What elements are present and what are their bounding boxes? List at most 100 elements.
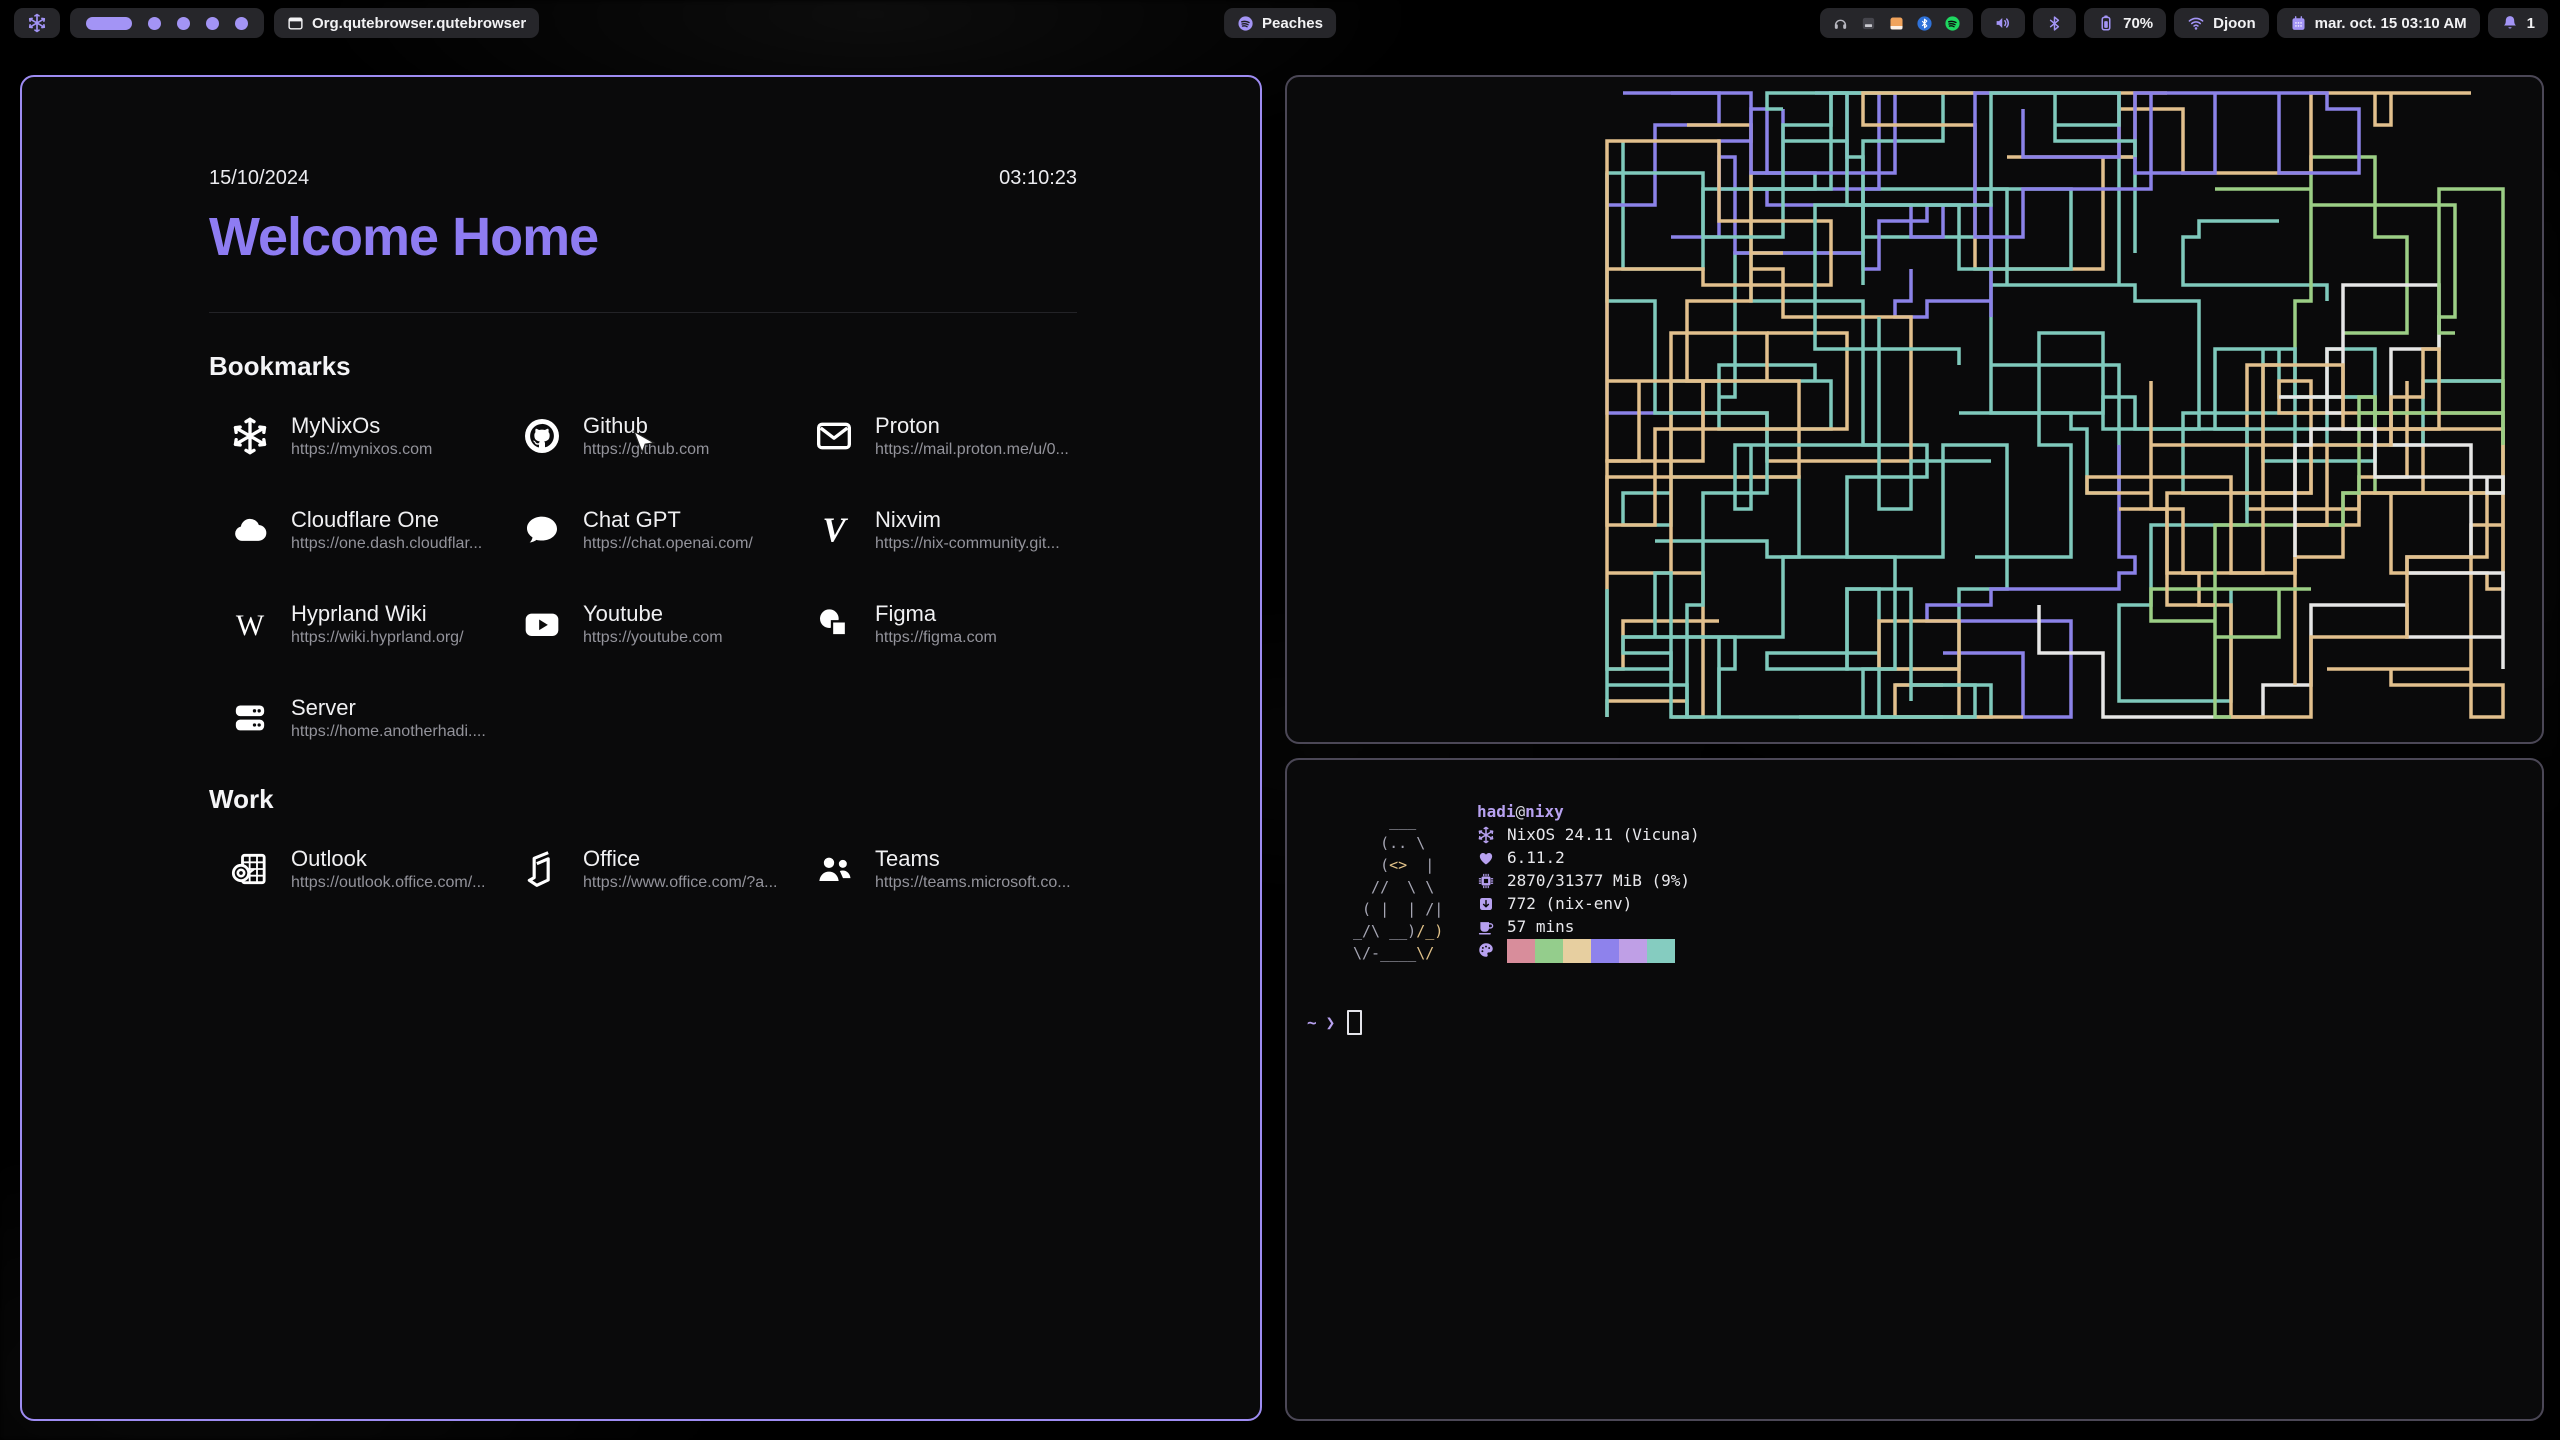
folder-app-tray-icon[interactable] — [1888, 15, 1905, 32]
notifications-pill[interactable]: 1 — [2488, 8, 2548, 38]
launcher-button[interactable] — [14, 8, 60, 38]
fastfetch-hostname: nixy — [1525, 800, 1564, 823]
bookmark-hyprland-wiki[interactable]: WHyprland Wikihttps://wiki.hyprland.org/ — [209, 596, 501, 652]
bookmark-text: Youtubehttps://youtube.com — [583, 601, 723, 647]
top-bar: Org.qutebrowser.qutebrowser Peaches 70% … — [0, 0, 2560, 46]
fastfetch-user-host: hadi@nixy — [1477, 800, 1700, 823]
pipes-screensaver — [1287, 77, 2538, 738]
headphones-tray-icon[interactable] — [1832, 15, 1849, 32]
workspace-active-pill[interactable] — [86, 17, 132, 30]
bookmark-url: https://figma.com — [875, 629, 997, 647]
media-player-pill[interactable]: Peaches — [1224, 8, 1336, 38]
bookmark-text: Officehttps://www.office.com/?a... — [583, 846, 777, 892]
chat-bubble-icon — [521, 509, 563, 551]
bookmark-label: Outlook — [291, 846, 485, 871]
divider — [209, 312, 1077, 313]
office-icon — [521, 848, 563, 890]
fastfetch-row: 57 mins — [1477, 915, 1700, 938]
network-pill[interactable]: Djoon — [2174, 8, 2269, 38]
bookmark-nixvim[interactable]: V Nixvimhttps://nix-community.git... — [793, 502, 1085, 558]
bookmark-outlook[interactable]: Outlook https://outlook.office.com/... — [209, 841, 501, 897]
bookmark-label: Server — [291, 695, 486, 720]
calendar-icon — [2290, 15, 2307, 32]
pipes-terminal-window — [1285, 75, 2544, 744]
bookmark-text: Nixvimhttps://nix-community.git... — [875, 507, 1060, 553]
fastfetch-row: NixOS 24.11 (Vicuna) — [1477, 823, 1700, 846]
envelope-icon — [813, 415, 855, 457]
fastfetch-row: 2870/31377 MiB (9%) — [1477, 869, 1700, 892]
workspaces-indicator[interactable] — [70, 8, 264, 38]
fastfetch-row — [1477, 938, 1700, 961]
bluetooth-badge-tray-icon[interactable] — [1916, 15, 1933, 32]
bookmark-youtube[interactable]: Youtubehttps://youtube.com — [501, 596, 793, 652]
workspace-dot[interactable] — [177, 17, 190, 30]
fastfetch-row: 6.11.2 — [1477, 846, 1700, 869]
bookmark-teams[interactable]: Teams https://teams.microsoft.co... — [793, 841, 1085, 897]
active-window-title-pill[interactable]: Org.qutebrowser.qutebrowser — [274, 8, 539, 38]
shell-prompt[interactable]: ~ ❯ — [1307, 1010, 1362, 1035]
workspace-dot[interactable] — [206, 17, 219, 30]
bookmark-text: MyNixOshttps://mynixos.com — [291, 413, 432, 459]
palette-swatch — [1507, 939, 1535, 963]
startpage-date: 15/10/2024 — [209, 167, 309, 190]
battery-pill[interactable]: 70% — [2084, 8, 2166, 38]
bluetooth-pill[interactable] — [2033, 8, 2076, 38]
cloud-icon — [229, 509, 271, 551]
volume-icon — [1994, 14, 2012, 32]
youtube-icon — [521, 603, 563, 645]
bookmark-cloudflare-one[interactable]: Cloudflare Onehttps://one.dash.cloudflar… — [209, 502, 501, 558]
snowflake-icon — [229, 415, 271, 457]
media-track-label: Peaches — [1262, 15, 1323, 32]
startpage-time: 03:10:23 — [999, 167, 1077, 190]
svg-text:W: W — [236, 609, 265, 642]
bookmark-proton[interactable]: Protonhttps://mail.proton.me/u/0... — [793, 408, 1085, 464]
fastfetch-info: hadi@nixy NixOS 24.11 (Vicuna)6.11.22870… — [1477, 800, 1700, 961]
outlook-icon — [229, 848, 271, 890]
bookmark-label: Youtube — [583, 601, 723, 626]
bookmark-url: https://teams.microsoft.co... — [875, 874, 1071, 892]
topbar-center-group: Peaches — [1224, 8, 1336, 38]
bookmark-label: Cloudflare One — [291, 507, 482, 532]
palette-swatch — [1619, 939, 1647, 963]
bookmark-url: https://mynixos.com — [291, 441, 432, 459]
clock-pill[interactable]: mar. oct. 15 03:10 AM — [2277, 8, 2480, 38]
bookmark-server[interactable]: Server https://home.anotherhadi.... — [209, 690, 501, 746]
bookmark-mynixos[interactable]: MyNixOshttps://mynixos.com — [209, 408, 501, 464]
bookmark-label: Figma — [875, 601, 997, 626]
bookmark-figma[interactable]: Figma https://figma.com — [793, 596, 1085, 652]
spotify-badge-tray-icon[interactable] — [1944, 15, 1961, 32]
battery-percentage: 70% — [2123, 15, 2153, 32]
bookmark-text: Githubhttps://github.com — [583, 413, 709, 459]
workspace-dot[interactable] — [148, 17, 161, 30]
bookmark-text: Teams https://teams.microsoft.co... — [875, 846, 1071, 892]
wifi-icon — [2187, 14, 2205, 32]
nixos-logo-icon — [27, 13, 47, 33]
palette-icon — [1477, 941, 1495, 959]
bookmark-label: Teams — [875, 846, 1071, 871]
workspace-dot[interactable] — [235, 17, 248, 30]
terminal-color-palette — [1507, 939, 1675, 963]
bookmark-url: https://outlook.office.com/... — [291, 874, 485, 892]
palette-swatch — [1563, 939, 1591, 963]
bookmark-url: https://www.office.com/?a... — [583, 874, 777, 892]
topbar-right-group: 70% Djoon mar. oct. 15 03:10 AM 1 — [1820, 8, 2548, 38]
terminal-cursor — [1347, 1010, 1362, 1035]
clock-label: mar. oct. 15 03:10 AM — [2315, 15, 2467, 32]
bookmark-office[interactable]: Officehttps://www.office.com/?a... — [501, 841, 793, 897]
app-window-tray-icon[interactable] — [1860, 15, 1877, 32]
bookmark-github[interactable]: Githubhttps://github.com — [501, 408, 793, 464]
palette-swatch — [1647, 939, 1675, 963]
bookmark-url: https://nix-community.git... — [875, 535, 1060, 553]
wikipedia-w-icon: W — [229, 603, 271, 645]
volume-pill[interactable] — [1981, 8, 2025, 38]
topbar-left-group: Org.qutebrowser.qutebrowser — [14, 8, 539, 38]
battery-icon — [2097, 14, 2115, 32]
bookmark-chat-gpt[interactable]: Chat GPThttps://chat.openai.com/ — [501, 502, 793, 558]
bookmark-label: Github — [583, 413, 709, 438]
vim-v-icon: V — [813, 509, 855, 551]
fastfetch-rows: NixOS 24.11 (Vicuna)6.11.22870/31377 MiB… — [1477, 823, 1700, 961]
fastfetch-value: 772 (nix-env) — [1507, 892, 1632, 915]
fastfetch-at: @ — [1516, 800, 1526, 823]
bookmark-url: https://home.anotherhadi.... — [291, 723, 486, 741]
figma-icon — [813, 603, 855, 645]
